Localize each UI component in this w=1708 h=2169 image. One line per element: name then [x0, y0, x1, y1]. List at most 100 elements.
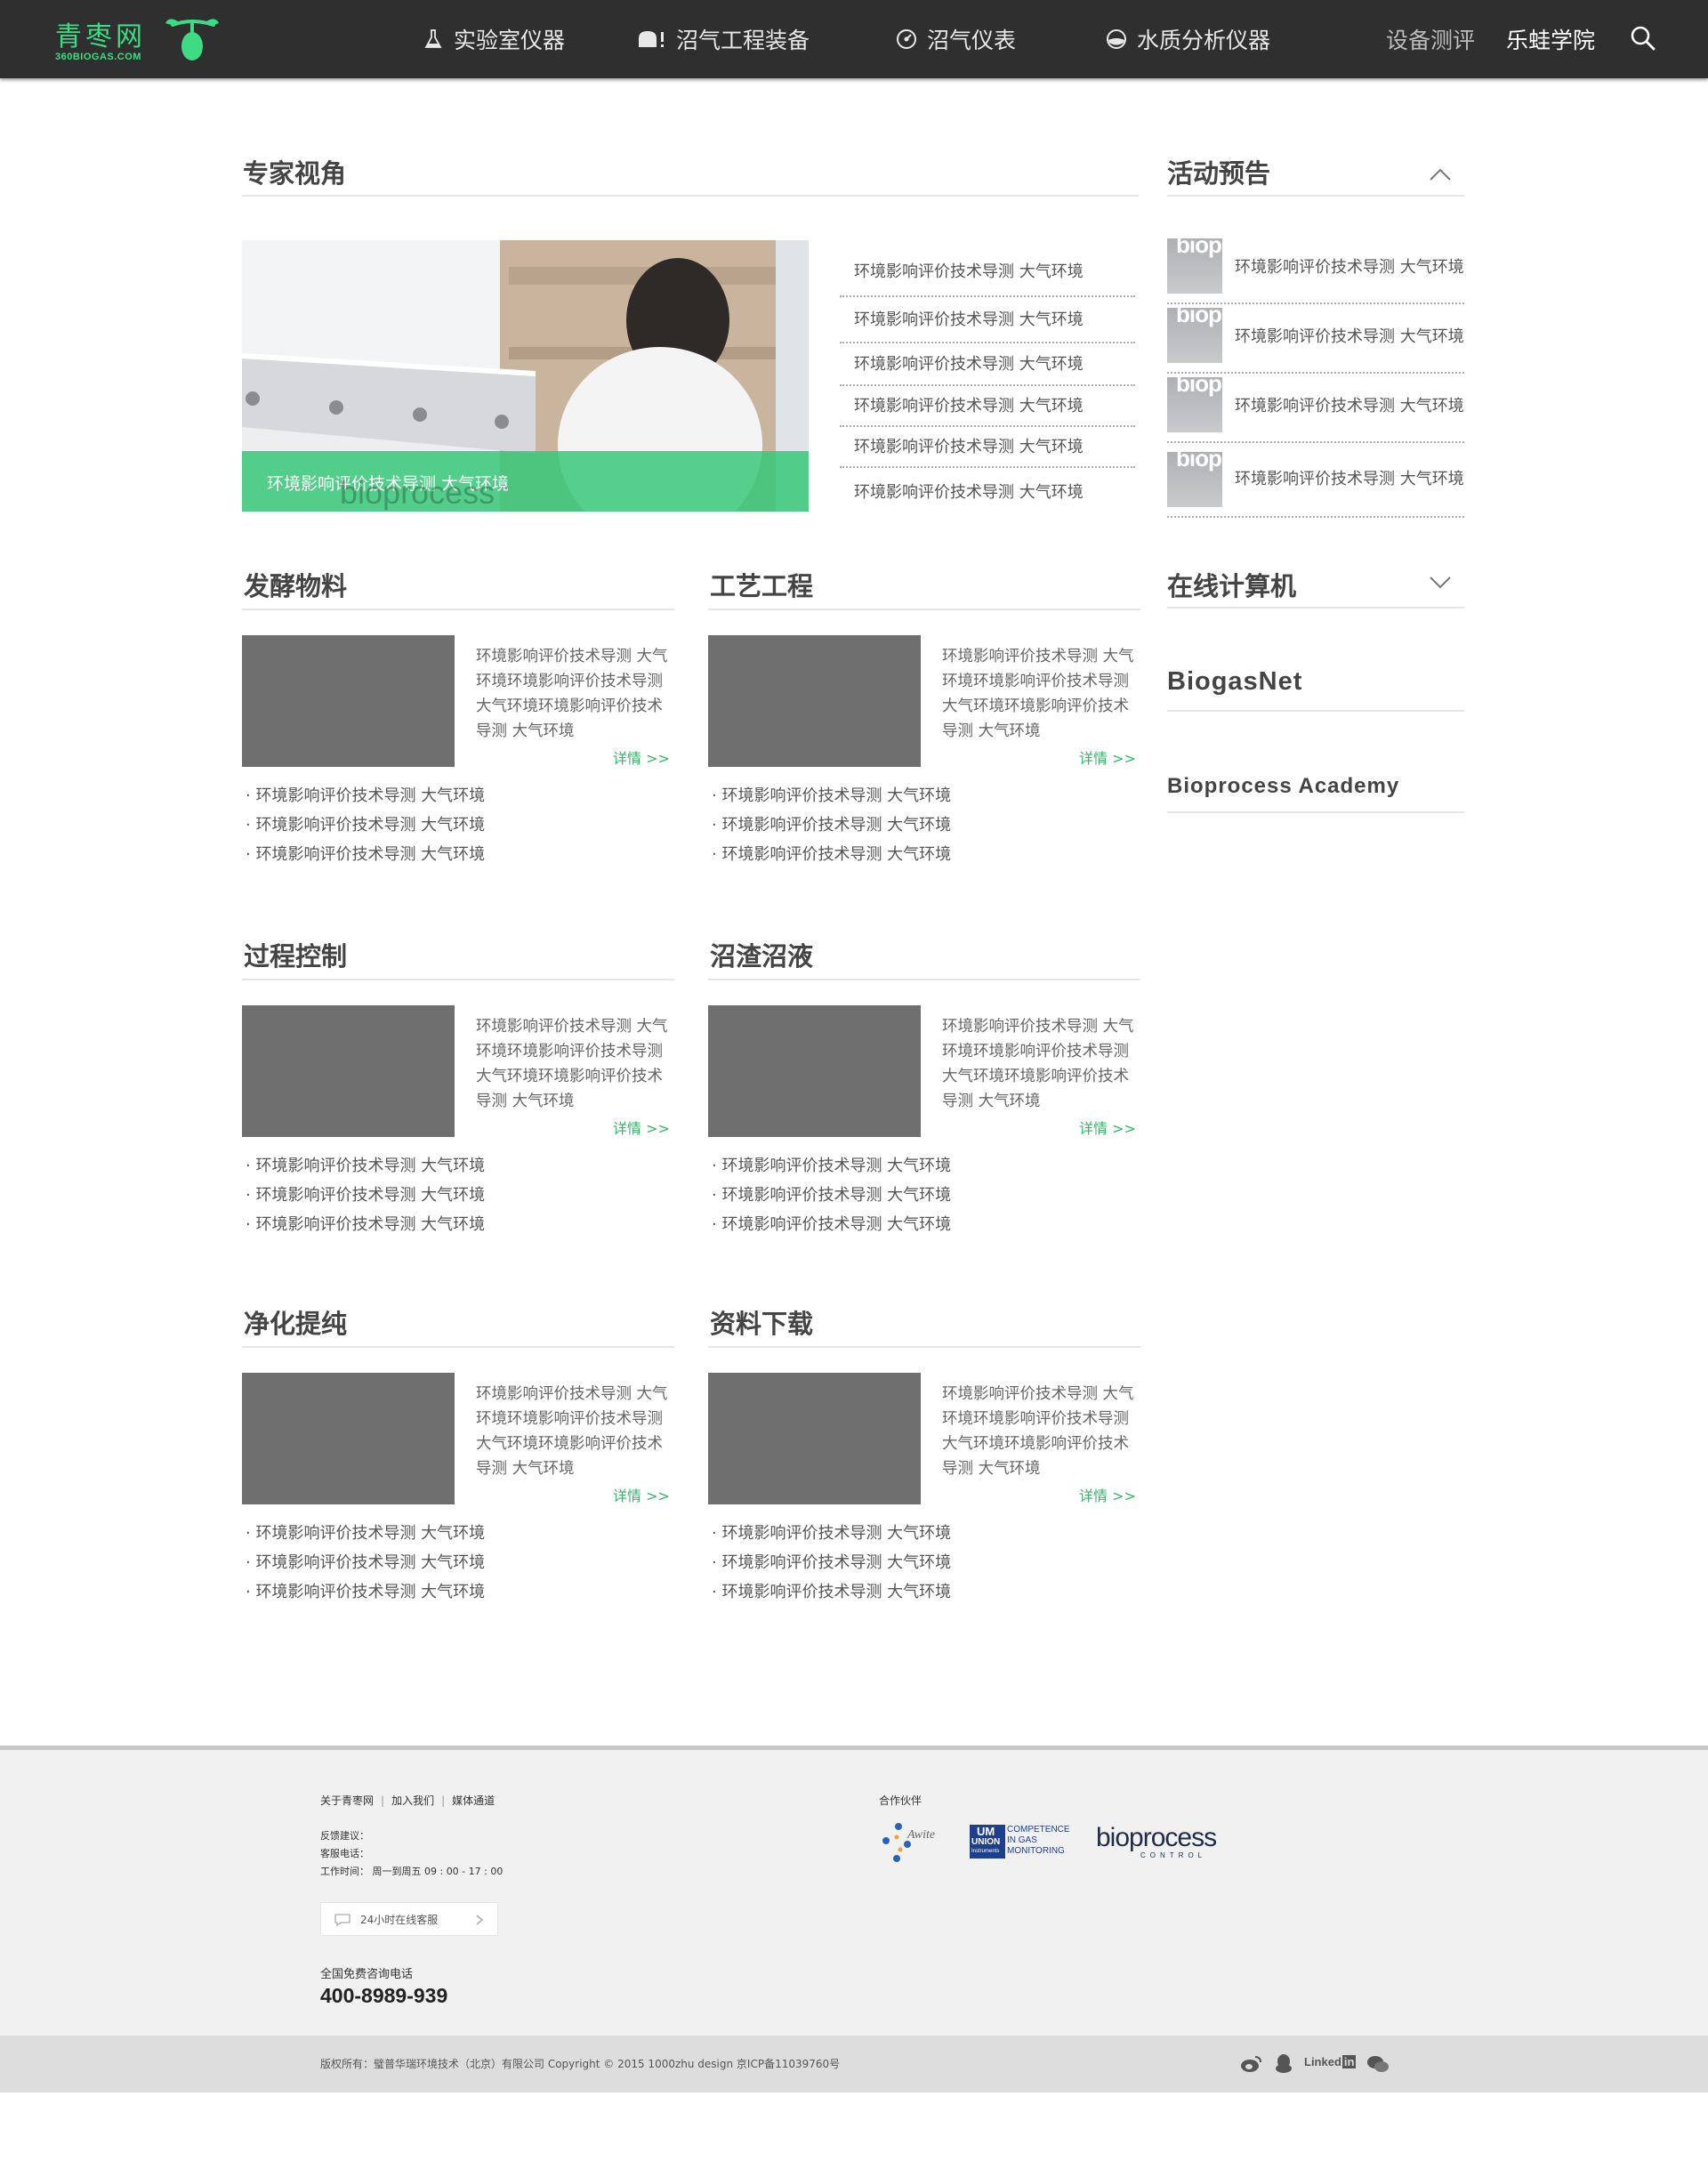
category-thumbnail[interactable] [242, 1005, 455, 1137]
list-item[interactable]: · 环境影响评价技术导测 大气环境 [246, 1181, 485, 1210]
category-summary: 环境影响评价技术导测 大气环境环境影响评价技术导测 大气环境环境影响评价技术导测… [476, 648, 668, 740]
online-service-label: 24小时在线客服 [360, 1914, 439, 1926]
partners-title: 合作伙伴 [879, 1794, 922, 1807]
bioprocess-wordmark: bioprocess [1096, 1823, 1217, 1852]
list-item[interactable]: · 环境影响评价技术导测 大气环境 [246, 1519, 485, 1548]
event-item[interactable]: biop 环境影响评价技术导测 大气环境 [1167, 235, 1464, 304]
bioprocess-academy-link[interactable]: Bioprocess Academy [1167, 774, 1399, 799]
biogasnet-link[interactable]: BiogasNet [1167, 667, 1302, 697]
nav-biogas-meters[interactable]: 沼气仪表 [895, 21, 1016, 57]
list-item[interactable]: · 环境影响评价技术导测 大气环境 [712, 781, 951, 810]
list-item[interactable]: 环境影响评价技术导测 大气环境 [840, 468, 1135, 511]
event-title: 环境影响评价技术导测 大气环境 [1235, 397, 1464, 415]
list-item[interactable]: 环境影响评价技术导测 大气环境 [840, 386, 1135, 427]
list-item[interactable]: · 环境影响评价技术导测 大气环境 [712, 840, 951, 869]
category-digestate: 沼渣沼液 环境影响评价技术导测 大气环境环境影响评价技术导测 大气环境环境影响评… [708, 936, 1140, 1234]
list-item[interactable]: 环境影响评价技术导测 大气环境 [840, 427, 1135, 468]
category-thumbnail[interactable] [708, 1005, 921, 1137]
list-item[interactable]: · 环境影响评价技术导测 大气环境 [712, 1519, 951, 1548]
partner-awite-logo[interactable]: Awite [879, 1821, 950, 1866]
partner-bioprocess-logo[interactable]: bioprocess CONTROL [1096, 1823, 1229, 1864]
hotline-number[interactable]: 400-8989-939 [320, 1984, 447, 2008]
nav-academy[interactable]: 乐蛙学院 [1506, 21, 1595, 57]
list-item[interactable]: 环境影响评价技术导测 大气环境 [840, 297, 1135, 343]
nav-device-review[interactable]: 设备测评 [1386, 21, 1475, 57]
union-tagline: COMPETENCE IN GAS MONITORING [1007, 1825, 1070, 1856]
list-item[interactable]: · 环境影响评价技术导测 大气环境 [712, 1181, 951, 1210]
events-section-title: 活动预告 [1167, 158, 1271, 189]
category-thumbnail[interactable] [242, 635, 455, 767]
partner-union-logo[interactable]: UM UNION Instruments COMPETENCE IN GAS M… [970, 1825, 1085, 1864]
list-item[interactable]: · 环境影响评价技术导测 大气环境 [712, 1577, 951, 1607]
category-thumbnail[interactable] [708, 635, 921, 767]
category-divider [242, 609, 674, 610]
category-divider [708, 979, 1140, 980]
footer-link-join[interactable]: 加入我们 [391, 1793, 434, 1808]
list-item[interactable]: · 环境影响评价技术导测 大气环境 [712, 1210, 951, 1239]
list-item[interactable]: · 环境影响评价技术导测 大气环境 [246, 1577, 485, 1607]
event-thumbnail: biop [1167, 308, 1222, 363]
list-item[interactable]: · 环境影响评价技术导测 大气环境 [712, 1548, 951, 1577]
expert-hero-image[interactable]: 环境影响评价技术导测 大气环境 bioprocess [242, 240, 809, 512]
expert-article-list: 环境影响评价技术导测 大气环境 环境影响评价技术导测 大气环境 环境影响评价技术… [840, 254, 1135, 511]
list-item[interactable]: · 环境影响评价技术导测 大气环境 [246, 1548, 485, 1577]
union-mark: UM UNION Instruments [970, 1825, 1005, 1859]
category-divider [708, 609, 1140, 610]
qq-icon[interactable] [1274, 2053, 1293, 2075]
details-link[interactable]: 详情 >> [613, 1484, 670, 1505]
list-item[interactable]: 环境影响评价技术导测 大气环境 [840, 254, 1135, 297]
category-fermentation: 发酵物料 环境影响评价技术导测 大气环境环境影响评价技术导测 大气环境环境影响评… [242, 566, 674, 864]
footer-link-media[interactable]: 媒体通道 [452, 1793, 495, 1808]
category-link-list: · 环境影响评价技术导测 大气环境 · 环境影响评价技术导测 大气环境 · 环境… [246, 781, 485, 869]
list-item[interactable]: · 环境影响评价技术导测 大气环境 [246, 840, 485, 869]
wechat-icon[interactable] [1366, 2053, 1390, 2075]
category-process-engineering: 工艺工程 环境影响评价技术导测 大气环境环境影响评价技术导测 大气环境环境影响评… [708, 566, 1140, 864]
nav-water-analysis[interactable]: 水质分析仪器 [1105, 21, 1270, 57]
biogasnet-divider [1167, 710, 1464, 712]
list-item[interactable]: · 环境影响评价技术导测 大气环境 [246, 1210, 485, 1239]
nav-biogas-equipment[interactable]: 沼气工程装备 [637, 21, 810, 57]
list-item[interactable]: · 环境影响评价技术导测 大气环境 [712, 810, 951, 840]
category-title: 发酵物料 [244, 571, 348, 601]
category-purification: 净化提纯 环境影响评价技术导测 大气环境环境影响评价技术导测 大气环境环境影响评… [242, 1303, 674, 1601]
search-icon[interactable] [1630, 25, 1656, 52]
flask-icon [424, 29, 442, 48]
list-item[interactable]: · 环境影响评价技术导测 大气环境 [246, 781, 485, 810]
linkedin-icon[interactable]: Linked in [1304, 2055, 1357, 2076]
list-item[interactable]: · 环境影响评价技术导测 大气环境 [246, 1151, 485, 1181]
details-link[interactable]: 详情 >> [1079, 1484, 1136, 1505]
site-logo[interactable]: 青枣网 360BIOGAS.COM [55, 14, 224, 66]
category-link-list: · 环境影响评价技术导测 大气环境 · 环境影响评价技术导测 大气环境 · 环境… [712, 1151, 951, 1239]
nav-label: 实验室仪器 [454, 28, 566, 53]
category-title: 过程控制 [244, 941, 348, 972]
event-title: 环境影响评价技术导测 大气环境 [1235, 327, 1464, 346]
chevron-down-icon[interactable] [1427, 573, 1454, 591]
hero-caption-bar[interactable]: 环境影响评价技术导测 大气环境 bioprocess [242, 451, 809, 512]
nav-lab-instruments[interactable]: 实验室仪器 [422, 21, 565, 57]
chevron-up-icon[interactable] [1427, 165, 1454, 183]
details-link[interactable]: 详情 >> [613, 1117, 670, 1138]
details-link[interactable]: 详情 >> [613, 746, 670, 768]
list-item[interactable]: 环境影响评价技术导测 大气环境 [840, 343, 1135, 386]
event-item[interactable]: biop 环境影响评价技术导测 大气环境 [1167, 304, 1464, 374]
details-link[interactable]: 详情 >> [1079, 746, 1136, 768]
footer-link-about[interactable]: 关于青枣网 [320, 1793, 374, 1808]
online-service-button[interactable]: 24小时在线客服 [320, 1902, 498, 1936]
category-link-list: · 环境影响评价技术导测 大气环境 · 环境影响评价技术导测 大气环境 · 环境… [712, 1519, 951, 1607]
event-item[interactable]: biop 环境影响评价技术导测 大气环境 [1167, 374, 1464, 443]
sprout-logo-icon [165, 19, 219, 60]
events-list: biop 环境影响评价技术导测 大气环境 biop 环境影响评价技术导测 大气环… [1167, 235, 1464, 518]
category-summary: 环境影响评价技术导测 大气环境环境影响评价技术导测 大气环境环境影响评价技术导测… [942, 1385, 1134, 1478]
event-title: 环境影响评价技术导测 大气环境 [1235, 470, 1464, 488]
category-thumbnail[interactable] [242, 1373, 455, 1504]
event-item[interactable]: biop 环境影响评价技术导测 大气环境 [1167, 443, 1464, 518]
weibo-icon[interactable] [1240, 2053, 1263, 2075]
hero-watermark: bioprocess [340, 474, 495, 511]
list-item[interactable]: · 环境影响评价技术导测 大气环境 [246, 810, 485, 840]
list-item[interactable]: · 环境影响评价技术导测 大气环境 [712, 1151, 951, 1181]
details-link[interactable]: 详情 >> [1079, 1117, 1136, 1138]
nav-label: 沼气工程装备 [676, 28, 810, 53]
calculator-section-title: 在线计算机 [1167, 571, 1297, 601]
chevron-right-icon [476, 1915, 484, 1925]
category-thumbnail[interactable] [708, 1373, 921, 1504]
